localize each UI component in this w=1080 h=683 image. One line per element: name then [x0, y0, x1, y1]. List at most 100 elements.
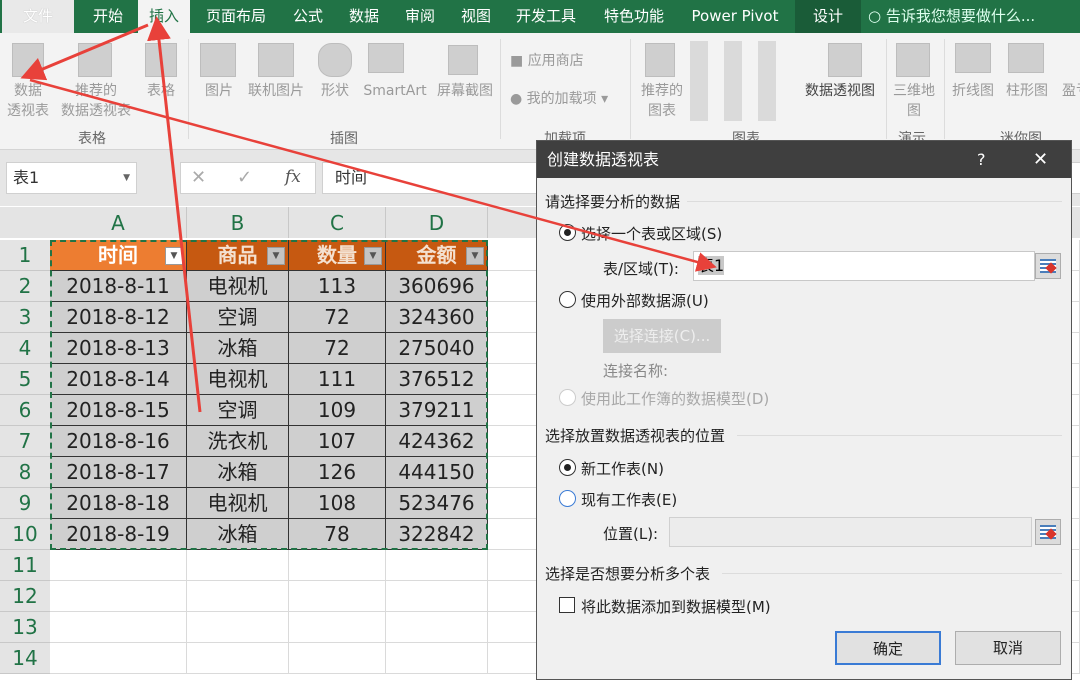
table-cell[interactable]: 冰箱 [187, 457, 289, 488]
empty-cell[interactable] [187, 581, 289, 612]
tab-view[interactable]: 视图 [450, 0, 502, 33]
enter-icon[interactable]: ✓ [237, 167, 252, 188]
empty-cell[interactable] [289, 581, 386, 612]
table-cell[interactable]: 109 [289, 395, 386, 426]
location-picker-icon[interactable] [1035, 519, 1061, 545]
sparkline-column-button[interactable]: 柱形图 [1000, 81, 1054, 101]
empty-cell[interactable] [50, 643, 187, 674]
table-cell[interactable]: 275040 [386, 333, 488, 364]
filter-dropdown-icon[interactable]: ▼ [364, 247, 382, 265]
table-cell[interactable]: 424362 [386, 426, 488, 457]
column-header[interactable]: D [386, 207, 488, 238]
row-header[interactable]: 3 [0, 302, 50, 333]
radio-existing-worksheet[interactable] [559, 490, 576, 507]
sparkline-winloss-button[interactable]: 盈亏 [1056, 81, 1080, 101]
empty-cell[interactable] [386, 612, 488, 643]
close-button[interactable]: ✕ [1033, 141, 1048, 178]
pivot-table-button[interactable]: 数据 透视表 [2, 81, 54, 121]
table-cell[interactable]: 111 [289, 364, 386, 395]
row-header[interactable]: 14 [0, 643, 50, 674]
map-3d-button[interactable]: 三维地图 [888, 81, 940, 121]
row-header[interactable]: 10 [0, 519, 50, 550]
table-cell[interactable]: 2018-8-19 [50, 519, 187, 550]
tab-power-pivot[interactable]: Power Pivot [680, 0, 790, 33]
empty-cell[interactable] [289, 612, 386, 643]
table-header-cell[interactable]: 金额 ▼ [386, 240, 488, 271]
table-cell[interactable]: 2018-8-15 [50, 395, 187, 426]
table-cell[interactable]: 126 [289, 457, 386, 488]
tab-developer[interactable]: 开发工具 [506, 0, 586, 33]
table-cell[interactable]: 空调 [187, 395, 289, 426]
column-header[interactable]: C [289, 207, 386, 238]
table-cell[interactable]: 322842 [386, 519, 488, 550]
empty-cell[interactable] [50, 581, 187, 612]
chart-types-icons[interactable] [690, 41, 786, 121]
tab-review[interactable]: 审阅 [394, 0, 446, 33]
row-header[interactable]: 11 [0, 550, 50, 581]
ok-button[interactable]: 确定 [835, 631, 941, 665]
empty-cell[interactable] [50, 550, 187, 581]
table-cell[interactable]: 电视机 [187, 364, 289, 395]
table-cell[interactable]: 108 [289, 488, 386, 519]
tab-formulas[interactable]: 公式 [282, 0, 334, 33]
filter-dropdown-icon[interactable]: ▼ [165, 247, 183, 265]
table-cell[interactable]: 电视机 [187, 271, 289, 302]
shapes-button[interactable]: 形状 [314, 81, 356, 101]
table-cell[interactable]: 107 [289, 426, 386, 457]
table-cell[interactable]: 72 [289, 302, 386, 333]
range-picker-icon[interactable] [1035, 253, 1061, 279]
table-cell[interactable]: 376512 [386, 364, 488, 395]
recommended-charts-button[interactable]: 推荐的 图表 [636, 81, 688, 121]
tab-home[interactable]: 开始 [80, 0, 136, 33]
recommended-pivot-button[interactable]: 推荐的 数据透视表 [54, 81, 138, 121]
table-cell[interactable]: 444150 [386, 457, 488, 488]
empty-cell[interactable] [187, 643, 289, 674]
chevron-down-icon[interactable]: ▼ [123, 163, 130, 193]
cancel-icon[interactable]: ✕ [191, 167, 206, 188]
table-button[interactable]: 表格 [140, 81, 182, 101]
tell-me-search[interactable]: ○ 告诉我您想要做什么... [868, 0, 1078, 33]
row-header[interactable]: 13 [0, 612, 50, 643]
empty-cell[interactable] [187, 550, 289, 581]
row-header[interactable]: 9 [0, 488, 50, 519]
column-header[interactable]: A [50, 207, 187, 238]
empty-cell[interactable] [386, 643, 488, 674]
online-pictures-button[interactable]: 联机图片 [240, 81, 312, 101]
empty-cell[interactable] [289, 550, 386, 581]
row-header[interactable]: 7 [0, 426, 50, 457]
tab-features[interactable]: 特色功能 [594, 0, 674, 33]
row-header[interactable]: 8 [0, 457, 50, 488]
table-cell[interactable]: 冰箱 [187, 333, 289, 364]
radio-data-model[interactable] [559, 389, 576, 406]
empty-cell[interactable] [386, 550, 488, 581]
table-header-cell[interactable]: 数量 ▼ [289, 240, 386, 271]
table-cell[interactable]: 2018-8-13 [50, 333, 187, 364]
table-header-cell[interactable]: 时间 ▼ [50, 240, 187, 271]
location-input[interactable] [669, 517, 1032, 547]
help-button[interactable]: ? [977, 141, 986, 178]
empty-cell[interactable] [187, 612, 289, 643]
select-all-corner[interactable] [0, 207, 50, 238]
range-input[interactable]: 表1 [693, 251, 1035, 281]
radio-select-table[interactable] [559, 224, 576, 241]
screenshot-button[interactable]: 屏幕截图 [432, 81, 498, 101]
row-header[interactable]: 1 [0, 240, 50, 271]
cancel-button[interactable]: 取消 [955, 631, 1061, 665]
table-cell[interactable]: 洗衣机 [187, 426, 289, 457]
table-cell[interactable]: 379211 [386, 395, 488, 426]
table-cell[interactable]: 113 [289, 271, 386, 302]
table-cell[interactable]: 冰箱 [187, 519, 289, 550]
table-cell[interactable]: 360696 [386, 271, 488, 302]
radio-new-worksheet[interactable] [559, 459, 576, 476]
tab-page-layout[interactable]: 页面布局 [196, 0, 276, 33]
my-addins-button[interactable]: ● 我的加载项 ▾ [510, 89, 608, 109]
tab-design[interactable]: 设计 [795, 0, 861, 33]
filter-dropdown-icon[interactable]: ▼ [466, 247, 484, 265]
table-header-cell[interactable]: 商品 ▼ [187, 240, 289, 271]
row-header[interactable]: 6 [0, 395, 50, 426]
table-cell[interactable]: 2018-8-17 [50, 457, 187, 488]
row-header[interactable]: 2 [0, 271, 50, 302]
row-header[interactable]: 12 [0, 581, 50, 612]
name-box[interactable]: 表1 ▼ [6, 162, 137, 194]
tab-insert[interactable]: 插入 [138, 0, 190, 33]
